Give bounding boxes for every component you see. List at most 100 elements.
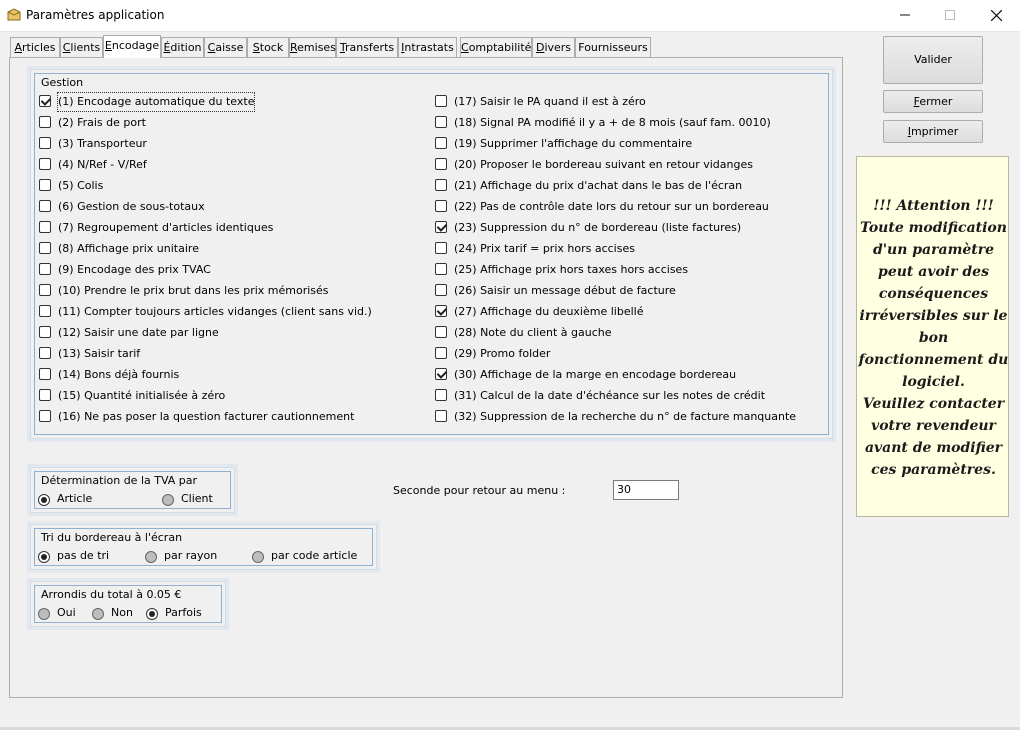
option-label: (5) Colis xyxy=(58,179,104,192)
option-label: (4) N/Ref - V/Ref xyxy=(58,158,147,171)
option-label: (29) Promo folder xyxy=(454,347,551,360)
radio-label: Oui xyxy=(57,606,76,619)
checkbox-unchecked-icon[interactable] xyxy=(435,116,447,128)
checkbox-unchecked-icon[interactable] xyxy=(39,326,51,338)
tab-fournisseurs[interactable]: Fournisseurs xyxy=(575,37,651,57)
checkbox-unchecked-icon[interactable] xyxy=(39,410,51,422)
tab-divers[interactable]: Divers xyxy=(532,37,575,57)
warning-line: d'un paramètre xyxy=(872,242,995,258)
tab-articles[interactable]: Articles xyxy=(10,37,60,57)
checkbox-unchecked-icon[interactable] xyxy=(39,284,51,296)
checkbox-unchecked-icon[interactable] xyxy=(39,158,51,170)
checkbox-checked-icon[interactable] xyxy=(435,368,447,380)
warning-text: !!! Attention !!! Toute modification d'un … xyxy=(857,195,1010,481)
checkbox-unchecked-icon[interactable] xyxy=(435,137,447,149)
tab-edition[interactable]: Édition xyxy=(161,37,204,57)
checkbox-unchecked-icon[interactable] xyxy=(435,326,447,338)
option-label: (26) Saisir un message début de facture xyxy=(454,284,676,297)
checkbox-unchecked-icon[interactable] xyxy=(39,179,51,191)
close-button[interactable] xyxy=(973,0,1019,31)
imprimer-button[interactable]: Imprimer xyxy=(883,120,983,143)
option-label: (31) Calcul de la date d'échéance sur le… xyxy=(454,389,766,402)
checkbox-unchecked-icon[interactable] xyxy=(39,347,51,359)
radio-unselected-icon[interactable] xyxy=(38,608,50,620)
checkbox-unchecked-icon[interactable] xyxy=(435,158,447,170)
tab-mnemonic: A xyxy=(14,41,23,54)
maximize-button[interactable] xyxy=(927,0,973,31)
checkbox-unchecked-icon[interactable] xyxy=(39,305,51,317)
app-icon xyxy=(7,8,21,21)
fermer-button[interactable]: Fermer xyxy=(883,90,983,113)
checkbox-checked-icon[interactable] xyxy=(435,305,447,317)
tva-option-0-radio[interactable]: Article xyxy=(38,492,148,508)
radio-unselected-icon[interactable] xyxy=(162,494,174,506)
checkbox-unchecked-icon[interactable] xyxy=(435,242,447,254)
checkbox-unchecked-icon[interactable] xyxy=(435,347,447,359)
checkbox-unchecked-icon[interactable] xyxy=(435,389,447,401)
option-label: (21) Affichage du prix d'achat dans le b… xyxy=(454,179,743,192)
checkbox-checked-icon[interactable] xyxy=(39,95,51,107)
minimize-button[interactable] xyxy=(882,0,928,31)
checkbox-unchecked-icon[interactable] xyxy=(39,200,51,212)
valider-button[interactable]: Valider xyxy=(883,36,983,84)
tri-option-0-radio[interactable]: pas de tri xyxy=(38,549,148,565)
option-label: (1) Encodage automatique du texte xyxy=(56,92,256,112)
checkbox-checked-icon[interactable] xyxy=(435,221,447,233)
radio-selected-icon[interactable] xyxy=(38,551,50,563)
tva-group: Détermination de la TVA par Article Clien… xyxy=(30,467,235,513)
radio-label: par code article xyxy=(271,549,358,562)
tab-label: lients xyxy=(70,41,101,54)
arrondi-option-2-radio[interactable]: Parfois xyxy=(146,606,256,622)
checkbox-unchecked-icon[interactable] xyxy=(435,179,447,191)
gestion-group-title: Gestion xyxy=(41,76,84,89)
radio-label: par rayon xyxy=(164,549,218,562)
tab-mnemonic: S xyxy=(252,41,260,54)
warning-line: !!! Attention !!! xyxy=(873,198,994,214)
option-label: (16) Ne pas poser la question facturer c… xyxy=(58,410,355,423)
tab-label: dition xyxy=(170,41,202,54)
checkbox-unchecked-icon[interactable] xyxy=(435,284,447,296)
tab-intrastats[interactable]: Intrastats xyxy=(398,37,457,57)
checkbox-unchecked-icon[interactable] xyxy=(435,95,447,107)
tab-label: ivers xyxy=(544,41,572,54)
radio-selected-icon[interactable] xyxy=(38,494,50,506)
checkbox-unchecked-icon[interactable] xyxy=(435,410,447,422)
checkbox-unchecked-icon[interactable] xyxy=(39,221,51,233)
tab-label: ncodage xyxy=(111,39,160,52)
option-label: (12) Saisir une date par ligne xyxy=(58,326,219,339)
option-label: (9) Encodage des prix TVAC xyxy=(58,263,211,276)
checkbox-unchecked-icon[interactable] xyxy=(435,263,447,275)
tri-group-title: Tri du bordereau à l'écran xyxy=(41,531,183,544)
radio-label: pas de tri xyxy=(57,549,110,562)
seconde-input[interactable]: 30 xyxy=(613,480,679,500)
checkbox-unchecked-icon[interactable] xyxy=(39,389,51,401)
tva-option-1-radio[interactable]: Client xyxy=(162,492,272,508)
tri-option-1-radio[interactable]: par rayon xyxy=(145,549,255,565)
title-bar: Paramètres application xyxy=(0,0,1020,32)
tab-mnemonic: E xyxy=(104,39,112,52)
checkbox-unchecked-icon[interactable] xyxy=(39,242,51,254)
checkbox-unchecked-icon[interactable] xyxy=(39,137,51,149)
tri-option-2-radio[interactable]: par code article xyxy=(252,549,362,565)
tab-label: ntrastats xyxy=(404,41,454,54)
radio-unselected-icon[interactable] xyxy=(145,551,157,563)
option-label: (7) Regroupement d'articles identiques xyxy=(58,221,274,234)
radio-unselected-icon[interactable] xyxy=(252,551,264,563)
tab-stock[interactable]: Stock xyxy=(247,37,289,57)
tab-label: tock xyxy=(259,41,284,54)
tab-comptabilite[interactable]: Comptabilité xyxy=(460,37,532,57)
checkbox-unchecked-icon[interactable] xyxy=(39,116,51,128)
tab-transferts[interactable]: Transferts xyxy=(336,37,398,57)
tab-clients[interactable]: Clients xyxy=(60,37,103,57)
checkbox-unchecked-icon[interactable] xyxy=(435,200,447,212)
radio-selected-icon[interactable] xyxy=(146,608,158,620)
tab-caisse[interactable]: Caisse xyxy=(204,37,247,57)
tab-encodage[interactable]: Encodage xyxy=(103,35,161,58)
radio-unselected-icon[interactable] xyxy=(92,608,104,620)
checkbox-unchecked-icon[interactable] xyxy=(39,263,51,275)
tab-remises[interactable]: Remises xyxy=(289,37,336,57)
option-label: (27) Affichage du deuxième libellé xyxy=(454,305,644,318)
tab-label: ransferts xyxy=(344,41,395,54)
radio-label: Parfois xyxy=(165,606,202,619)
checkbox-unchecked-icon[interactable] xyxy=(39,368,51,380)
